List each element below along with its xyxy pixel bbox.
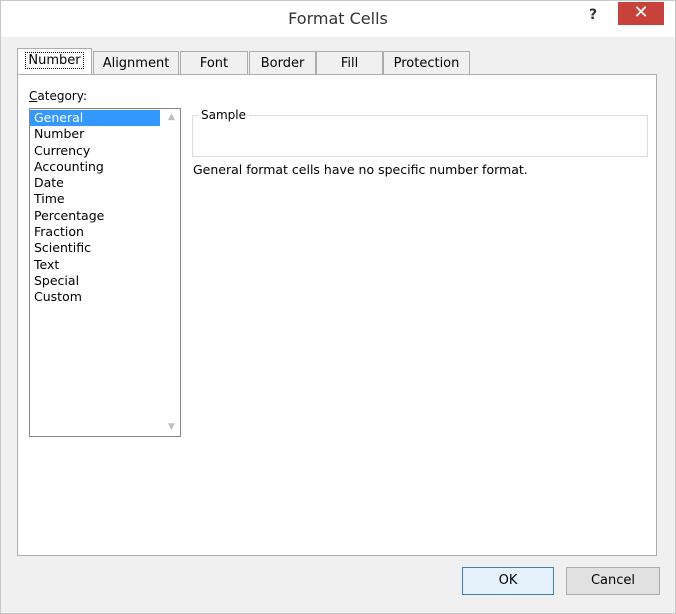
title-bar: Format Cells ? ✕ [1,1,675,37]
tab-alignment[interactable]: Alignment [93,51,179,74]
tab-font[interactable]: Font [180,51,248,74]
dialog-title: Format Cells [288,9,388,28]
sample-legend: Sample [198,108,249,122]
scroll-up-icon[interactable]: ▲ [163,109,180,126]
category-item-special[interactable]: Special [30,273,160,289]
close-icon: ✕ [633,2,649,23]
format-cells-dialog: Format Cells ? ✕ Number Alignment Font B… [0,0,676,614]
category-item-custom[interactable]: Custom [30,289,160,305]
help-button[interactable]: ? [581,5,605,25]
category-item-text[interactable]: Text [30,257,160,273]
category-item-scientific[interactable]: Scientific [30,240,160,256]
cancel-button[interactable]: Cancel [566,567,660,595]
scroll-down-icon[interactable]: ▼ [163,419,180,436]
ok-button[interactable]: OK [462,567,554,595]
tab-protection[interactable]: Protection [383,51,470,74]
tab-fill[interactable]: Fill [316,51,383,74]
category-label: Category: [29,89,87,103]
category-listbox[interactable]: General Number Currency Accounting Date Time P… [29,108,181,437]
category-item-accounting[interactable]: Accounting [30,159,160,175]
number-tab-panel: Category: General Number Currency Accountin… [17,74,657,556]
category-item-fraction[interactable]: Fraction [30,224,160,240]
category-scrollbar[interactable]: ▲ ▼ [163,109,180,436]
tab-number[interactable]: Number [17,48,92,74]
category-item-currency[interactable]: Currency [30,143,160,159]
category-item-number[interactable]: Number [30,126,160,142]
category-item-date[interactable]: Date [30,175,160,191]
category-item-time[interactable]: Time [30,191,160,207]
category-item-general[interactable]: General [30,110,160,127]
tab-border[interactable]: Border [249,51,316,74]
sample-box [192,115,648,157]
format-description: General format cells have no specific nu… [193,162,528,177]
close-button[interactable]: ✕ [618,2,664,25]
category-item-percentage[interactable]: Percentage [30,208,160,224]
category-list: General Number Currency Accounting Date Time P… [30,110,160,306]
